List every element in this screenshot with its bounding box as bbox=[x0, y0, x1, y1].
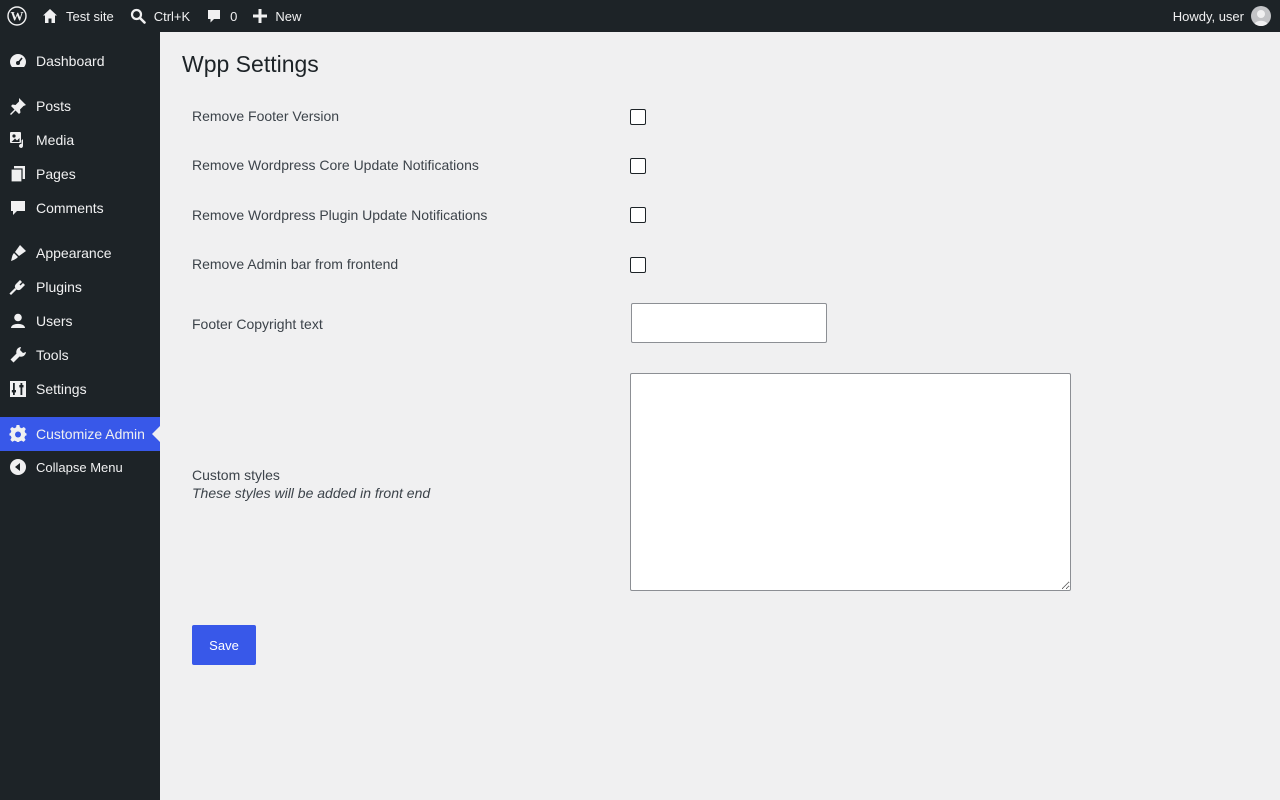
sidebar-item-customize-admin[interactable]: Customize Admin bbox=[0, 417, 160, 451]
user-account-menu[interactable]: Howdy, user bbox=[1165, 0, 1280, 32]
sidebar-item-tools[interactable]: Tools bbox=[0, 338, 160, 372]
custom-styles-label: Custom styles bbox=[192, 467, 280, 483]
avatar bbox=[1251, 6, 1271, 26]
user-avatar-icon bbox=[1254, 10, 1268, 26]
search-shortcut-label: Ctrl+K bbox=[153, 8, 191, 24]
search-icon bbox=[130, 8, 146, 24]
sidebar-item-label: Users bbox=[36, 313, 73, 329]
dashboard-icon bbox=[10, 54, 26, 67]
sidebar-item-comments[interactable]: Comments bbox=[0, 191, 160, 225]
remove-plugin-updates-checkbox[interactable] bbox=[630, 207, 646, 223]
wordpress-logo-icon: W bbox=[7, 6, 27, 26]
user-icon bbox=[11, 313, 25, 328]
sidebar-item-label: Appearance bbox=[36, 245, 112, 261]
sidebar-item-label: Media bbox=[36, 132, 75, 148]
sidebar-item-dashboard[interactable]: Dashboard bbox=[0, 44, 160, 78]
site-name-label: Test site bbox=[66, 8, 114, 24]
remove-core-updates-label: Remove Wordpress Core Update Notificatio… bbox=[192, 157, 479, 173]
sidebar-item-pages[interactable]: Pages bbox=[0, 157, 160, 191]
media-icon bbox=[10, 132, 23, 148]
main-content: Wpp Settings Remove Footer Version Remov… bbox=[160, 32, 1280, 800]
settings-sliders-icon bbox=[10, 381, 26, 397]
sidebar-item-label: Pages bbox=[36, 166, 76, 182]
custom-styles-description: These styles will be added in front end bbox=[192, 485, 431, 501]
svg-text:W: W bbox=[11, 9, 24, 24]
remove-admin-bar-label: Remove Admin bar from frontend bbox=[192, 256, 399, 272]
sidebar-item-label: Collapse Menu bbox=[36, 459, 123, 475]
sidebar-item-label: Tools bbox=[36, 347, 69, 363]
home-icon bbox=[43, 9, 57, 23]
comments-link[interactable]: 0 bbox=[198, 0, 245, 32]
footer-copyright-input[interactable] bbox=[631, 303, 827, 343]
remove-footer-version-checkbox[interactable] bbox=[630, 109, 646, 125]
command-palette-button[interactable]: Ctrl+K bbox=[122, 0, 198, 32]
admin-bar: W Test site Ctrl+K 0 New Howdy, user bbox=[0, 0, 1280, 32]
new-content-label: New bbox=[275, 8, 302, 24]
footer-copyright-label: Footer Copyright text bbox=[192, 316, 323, 332]
plug-icon bbox=[9, 280, 25, 296]
wrench-icon bbox=[10, 347, 26, 363]
gear-icon bbox=[9, 424, 27, 443]
page-title: Wpp Settings bbox=[182, 51, 319, 77]
save-button[interactable]: Save bbox=[192, 625, 256, 665]
custom-styles-textarea[interactable] bbox=[630, 373, 1071, 591]
pages-icon bbox=[10, 166, 25, 183]
sidebar-item-label: Customize Admin bbox=[36, 426, 145, 442]
pin-icon bbox=[10, 98, 26, 115]
remove-footer-version-label: Remove Footer Version bbox=[192, 108, 340, 124]
paintbrush-icon bbox=[11, 245, 26, 261]
sidebar-item-label: Plugins bbox=[36, 279, 82, 295]
sidebar-item-label: Posts bbox=[36, 98, 72, 114]
remove-plugin-updates-label: Remove Wordpress Plugin Update Notificat… bbox=[192, 207, 488, 223]
collapse-menu-button[interactable]: Collapse Menu bbox=[0, 450, 160, 484]
admin-sidebar: Dashboard Posts Media Pages Comments App… bbox=[0, 32, 160, 800]
comment-icon bbox=[208, 10, 221, 23]
remove-core-updates-checkbox[interactable] bbox=[630, 158, 646, 174]
sidebar-item-label: Settings bbox=[36, 381, 87, 397]
comments-count: 0 bbox=[230, 8, 238, 24]
sidebar-item-label: Dashboard bbox=[36, 53, 105, 69]
collapse-icon bbox=[10, 459, 26, 475]
sidebar-item-media[interactable]: Media bbox=[0, 123, 160, 157]
wordpress-logo-button[interactable]: W bbox=[0, 0, 34, 32]
new-content-button[interactable]: New bbox=[245, 0, 309, 32]
greeting-text: Howdy, user bbox=[1172, 8, 1244, 24]
site-name-link[interactable]: Test site bbox=[34, 0, 122, 32]
sidebar-item-plugins[interactable]: Plugins bbox=[0, 270, 160, 304]
sidebar-item-users[interactable]: Users bbox=[0, 304, 160, 338]
current-menu-arrow bbox=[152, 426, 160, 442]
plus-icon bbox=[253, 9, 268, 23]
sidebar-item-settings[interactable]: Settings bbox=[0, 372, 160, 406]
remove-admin-bar-checkbox[interactable] bbox=[630, 257, 646, 273]
sidebar-item-label: Comments bbox=[36, 200, 104, 216]
comment-icon bbox=[11, 201, 25, 215]
sidebar-item-posts[interactable]: Posts bbox=[0, 89, 160, 123]
sidebar-item-appearance[interactable]: Appearance bbox=[0, 236, 160, 270]
